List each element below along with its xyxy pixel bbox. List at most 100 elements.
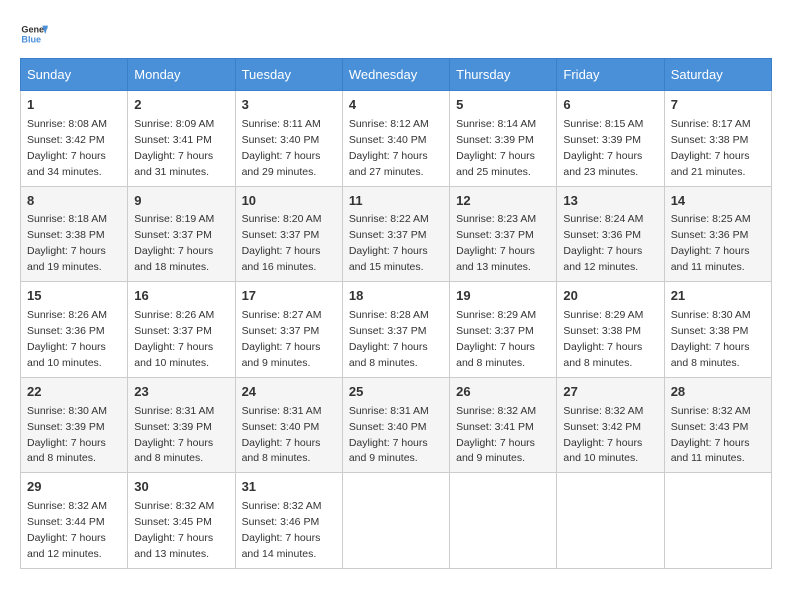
day-info: Sunrise: 8:26 AMSunset: 3:36 PMDaylight:…: [27, 309, 107, 369]
day-cell: 20 Sunrise: 8:29 AMSunset: 3:38 PMDaylig…: [557, 282, 664, 378]
day-number: 1: [27, 96, 121, 115]
calendar-table: SundayMondayTuesdayWednesdayThursdayFrid…: [20, 58, 772, 569]
day-cell: 17 Sunrise: 8:27 AMSunset: 3:37 PMDaylig…: [235, 282, 342, 378]
day-number: 16: [134, 287, 228, 306]
day-info: Sunrise: 8:18 AMSunset: 3:38 PMDaylight:…: [27, 213, 107, 273]
day-cell: 22 Sunrise: 8:30 AMSunset: 3:39 PMDaylig…: [21, 377, 128, 473]
day-cell: 8 Sunrise: 8:18 AMSunset: 3:38 PMDayligh…: [21, 186, 128, 282]
day-number: 25: [349, 383, 443, 402]
day-number: 20: [563, 287, 657, 306]
day-info: Sunrise: 8:30 AMSunset: 3:38 PMDaylight:…: [671, 309, 751, 369]
day-number: 21: [671, 287, 765, 306]
week-row-3: 15 Sunrise: 8:26 AMSunset: 3:36 PMDaylig…: [21, 282, 772, 378]
day-cell: [557, 473, 664, 569]
day-info: Sunrise: 8:29 AMSunset: 3:38 PMDaylight:…: [563, 309, 643, 369]
day-info: Sunrise: 8:22 AMSunset: 3:37 PMDaylight:…: [349, 213, 429, 273]
column-header-sunday: Sunday: [21, 59, 128, 91]
day-info: Sunrise: 8:28 AMSunset: 3:37 PMDaylight:…: [349, 309, 429, 369]
day-info: Sunrise: 8:24 AMSunset: 3:36 PMDaylight:…: [563, 213, 643, 273]
day-number: 9: [134, 192, 228, 211]
day-number: 13: [563, 192, 657, 211]
day-cell: 4 Sunrise: 8:12 AMSunset: 3:40 PMDayligh…: [342, 91, 449, 187]
day-number: 12: [456, 192, 550, 211]
day-cell: 26 Sunrise: 8:32 AMSunset: 3:41 PMDaylig…: [450, 377, 557, 473]
day-number: 26: [456, 383, 550, 402]
day-cell: 11 Sunrise: 8:22 AMSunset: 3:37 PMDaylig…: [342, 186, 449, 282]
day-number: 5: [456, 96, 550, 115]
svg-text:Blue: Blue: [21, 34, 41, 44]
day-number: 31: [242, 478, 336, 497]
day-number: 17: [242, 287, 336, 306]
day-number: 19: [456, 287, 550, 306]
day-cell: [450, 473, 557, 569]
day-cell: 29 Sunrise: 8:32 AMSunset: 3:44 PMDaylig…: [21, 473, 128, 569]
week-row-2: 8 Sunrise: 8:18 AMSunset: 3:38 PMDayligh…: [21, 186, 772, 282]
day-number: 24: [242, 383, 336, 402]
day-cell: 5 Sunrise: 8:14 AMSunset: 3:39 PMDayligh…: [450, 91, 557, 187]
day-number: 18: [349, 287, 443, 306]
day-info: Sunrise: 8:19 AMSunset: 3:37 PMDaylight:…: [134, 213, 214, 273]
day-number: 4: [349, 96, 443, 115]
logo: General Blue: [20, 20, 48, 48]
day-info: Sunrise: 8:32 AMSunset: 3:46 PMDaylight:…: [242, 500, 322, 560]
day-number: 15: [27, 287, 121, 306]
day-number: 11: [349, 192, 443, 211]
day-cell: 7 Sunrise: 8:17 AMSunset: 3:38 PMDayligh…: [664, 91, 771, 187]
day-info: Sunrise: 8:31 AMSunset: 3:40 PMDaylight:…: [242, 405, 322, 465]
day-cell: 14 Sunrise: 8:25 AMSunset: 3:36 PMDaylig…: [664, 186, 771, 282]
day-info: Sunrise: 8:25 AMSunset: 3:36 PMDaylight:…: [671, 213, 751, 273]
day-number: 27: [563, 383, 657, 402]
column-header-saturday: Saturday: [664, 59, 771, 91]
day-number: 6: [563, 96, 657, 115]
day-cell: 28 Sunrise: 8:32 AMSunset: 3:43 PMDaylig…: [664, 377, 771, 473]
day-info: Sunrise: 8:31 AMSunset: 3:40 PMDaylight:…: [349, 405, 429, 465]
day-cell: 18 Sunrise: 8:28 AMSunset: 3:37 PMDaylig…: [342, 282, 449, 378]
day-number: 29: [27, 478, 121, 497]
day-cell: 16 Sunrise: 8:26 AMSunset: 3:37 PMDaylig…: [128, 282, 235, 378]
day-cell: 21 Sunrise: 8:30 AMSunset: 3:38 PMDaylig…: [664, 282, 771, 378]
calendar-header-row: SundayMondayTuesdayWednesdayThursdayFrid…: [21, 59, 772, 91]
week-row-5: 29 Sunrise: 8:32 AMSunset: 3:44 PMDaylig…: [21, 473, 772, 569]
day-info: Sunrise: 8:27 AMSunset: 3:37 PMDaylight:…: [242, 309, 322, 369]
column-header-friday: Friday: [557, 59, 664, 91]
week-row-4: 22 Sunrise: 8:30 AMSunset: 3:39 PMDaylig…: [21, 377, 772, 473]
day-number: 2: [134, 96, 228, 115]
day-number: 22: [27, 383, 121, 402]
day-number: 10: [242, 192, 336, 211]
day-cell: 2 Sunrise: 8:09 AMSunset: 3:41 PMDayligh…: [128, 91, 235, 187]
day-number: 3: [242, 96, 336, 115]
day-number: 8: [27, 192, 121, 211]
day-number: 28: [671, 383, 765, 402]
day-number: 23: [134, 383, 228, 402]
day-info: Sunrise: 8:29 AMSunset: 3:37 PMDaylight:…: [456, 309, 536, 369]
day-info: Sunrise: 8:09 AMSunset: 3:41 PMDaylight:…: [134, 118, 214, 178]
day-info: Sunrise: 8:32 AMSunset: 3:43 PMDaylight:…: [671, 405, 751, 465]
day-cell: 25 Sunrise: 8:31 AMSunset: 3:40 PMDaylig…: [342, 377, 449, 473]
day-cell: 27 Sunrise: 8:32 AMSunset: 3:42 PMDaylig…: [557, 377, 664, 473]
day-cell: 15 Sunrise: 8:26 AMSunset: 3:36 PMDaylig…: [21, 282, 128, 378]
day-cell: [342, 473, 449, 569]
week-row-1: 1 Sunrise: 8:08 AMSunset: 3:42 PMDayligh…: [21, 91, 772, 187]
day-cell: 31 Sunrise: 8:32 AMSunset: 3:46 PMDaylig…: [235, 473, 342, 569]
day-info: Sunrise: 8:32 AMSunset: 3:45 PMDaylight:…: [134, 500, 214, 560]
day-info: Sunrise: 8:31 AMSunset: 3:39 PMDaylight:…: [134, 405, 214, 465]
day-info: Sunrise: 8:32 AMSunset: 3:44 PMDaylight:…: [27, 500, 107, 560]
column-header-tuesday: Tuesday: [235, 59, 342, 91]
column-header-monday: Monday: [128, 59, 235, 91]
day-number: 14: [671, 192, 765, 211]
day-info: Sunrise: 8:30 AMSunset: 3:39 PMDaylight:…: [27, 405, 107, 465]
day-cell: 30 Sunrise: 8:32 AMSunset: 3:45 PMDaylig…: [128, 473, 235, 569]
day-info: Sunrise: 8:32 AMSunset: 3:41 PMDaylight:…: [456, 405, 536, 465]
day-info: Sunrise: 8:14 AMSunset: 3:39 PMDaylight:…: [456, 118, 536, 178]
day-info: Sunrise: 8:23 AMSunset: 3:37 PMDaylight:…: [456, 213, 536, 273]
day-cell: 1 Sunrise: 8:08 AMSunset: 3:42 PMDayligh…: [21, 91, 128, 187]
day-cell: 13 Sunrise: 8:24 AMSunset: 3:36 PMDaylig…: [557, 186, 664, 282]
day-cell: 23 Sunrise: 8:31 AMSunset: 3:39 PMDaylig…: [128, 377, 235, 473]
day-info: Sunrise: 8:15 AMSunset: 3:39 PMDaylight:…: [563, 118, 643, 178]
day-info: Sunrise: 8:11 AMSunset: 3:40 PMDaylight:…: [242, 118, 321, 178]
day-cell: 12 Sunrise: 8:23 AMSunset: 3:37 PMDaylig…: [450, 186, 557, 282]
day-cell: 9 Sunrise: 8:19 AMSunset: 3:37 PMDayligh…: [128, 186, 235, 282]
day-info: Sunrise: 8:32 AMSunset: 3:42 PMDaylight:…: [563, 405, 643, 465]
page-header: General Blue: [20, 20, 772, 48]
day-cell: 24 Sunrise: 8:31 AMSunset: 3:40 PMDaylig…: [235, 377, 342, 473]
